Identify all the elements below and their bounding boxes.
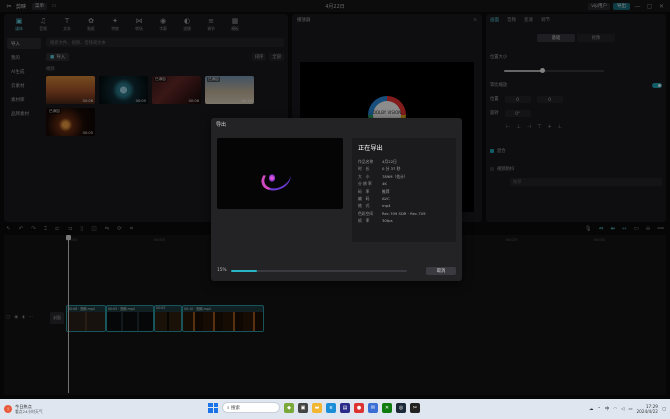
info-key: 帧 率 (358, 218, 370, 224)
info-value: AVC (382, 196, 390, 202)
info-row: 时 长 0 分 37 秒 (358, 165, 450, 172)
steam-app-icon[interactable]: ◎ (396, 402, 406, 413)
language-indicator[interactable]: 中 (605, 406, 609, 412)
chrome-app-icon[interactable]: ● (354, 402, 364, 413)
info-row: 码 率 推荐 (358, 188, 450, 195)
volume-icon[interactable]: ◁ (621, 407, 624, 412)
mail-app-icon[interactable]: ✉ (368, 402, 378, 413)
export-preview (217, 138, 343, 209)
info-value: 789M（估计） (382, 173, 408, 179)
progress-bar (231, 269, 407, 272)
info-row: 分 辨 率 4K (358, 180, 450, 187)
xbox-app-icon[interactable]: ✕ (382, 402, 392, 413)
info-row: 帧 率 30fps (358, 217, 450, 224)
dolby-text: DOLBY VISION (372, 110, 402, 115)
cloud-icon[interactable]: ☁ (589, 407, 593, 412)
notification-icon[interactable]: ▢ (662, 407, 666, 412)
windows-start-icon[interactable] (208, 402, 218, 413)
cancel-button[interactable]: 取消 (426, 266, 456, 275)
news-widget[interactable]: ! 今日热点 看点24小时天气 (4, 404, 43, 414)
clock[interactable]: 17:29 2024/4/22 (636, 404, 657, 414)
edge-browser-icon[interactable]: e (326, 402, 336, 413)
info-value: 0 分 37 秒 (382, 166, 401, 172)
preview-frame-glow (269, 174, 275, 182)
battery-icon[interactable]: ▭ (628, 407, 632, 412)
info-value: 4月22日 (382, 159, 397, 164)
info-value: 推荐 (382, 188, 390, 194)
clock-date: 2024/4/22 (636, 409, 658, 414)
export-info: 正在导出 作品名称 4月22日 时 长 0 分 37 秒 大 小 789M（估计） 分… (352, 138, 456, 242)
info-value: Rec.709 SDR · Rec.709 (382, 210, 426, 216)
info-row: 编 码 AVC (358, 195, 450, 202)
info-key: 时 长 (358, 166, 370, 172)
file-explorer-icon[interactable]: ▬ (312, 402, 322, 413)
task-view-icon[interactable]: ▣ (298, 402, 308, 413)
info-row: 色彩空间 Rec.709 SDR · Rec.709 (358, 210, 450, 217)
dialog-title: 导出 (216, 121, 227, 128)
export-status-heading: 正在导出 (358, 145, 383, 152)
search-label: 搜索 (230, 405, 240, 411)
info-key: 编 码 (358, 196, 370, 202)
store-app-icon[interactable]: ▤ (340, 402, 350, 413)
os-taskbar: ! 今日热点 看点24小时天气 ⌕ 搜索 ◆ ▣ ▬ e ▤ ● ✉ ✕ ◎ ✂… (0, 399, 670, 419)
info-key: 色彩空间 (358, 210, 374, 216)
info-key: 格 式 (358, 203, 370, 209)
news-subtitle: 看点24小时天气 (15, 409, 43, 414)
info-row: 大 小 789M（估计） (358, 173, 450, 180)
system-tray: ☁ ⌃ 中 ◠ ◁ ▭ 17:29 2024/4/22 ▢ (589, 404, 666, 414)
info-row: 作品名称 4月22日 (358, 158, 450, 165)
progress-fill (231, 269, 258, 272)
progress-percent: 15% (217, 268, 227, 273)
widgets-app-icon[interactable]: ◆ (284, 402, 294, 413)
export-dialog: 导出 正在导出 作品名称 4月22日 时 长 0 分 37 秒 大 小 789M（估计… (211, 118, 462, 281)
taskbar-search[interactable]: ⌕ 搜索 (222, 402, 280, 413)
news-icon: ! (4, 405, 12, 413)
info-key: 作品名称 (358, 159, 374, 164)
info-key: 码 率 (358, 188, 370, 194)
preview-frame-shape (258, 163, 294, 195)
info-value: mp4 (382, 203, 391, 209)
info-value: 4K (382, 181, 387, 187)
chevron-up-icon[interactable]: ⌃ (597, 407, 601, 412)
info-value: 30fps (382, 218, 393, 224)
info-row: 格 式 mp4 (358, 202, 450, 209)
info-key: 分 辨 率 (358, 181, 372, 187)
info-key: 大 小 (358, 173, 370, 179)
capcut-app-icon[interactable]: ✂ (410, 402, 420, 413)
wifi-icon[interactable]: ◠ (613, 407, 617, 412)
export-progress: 15% 取消 (217, 266, 456, 275)
